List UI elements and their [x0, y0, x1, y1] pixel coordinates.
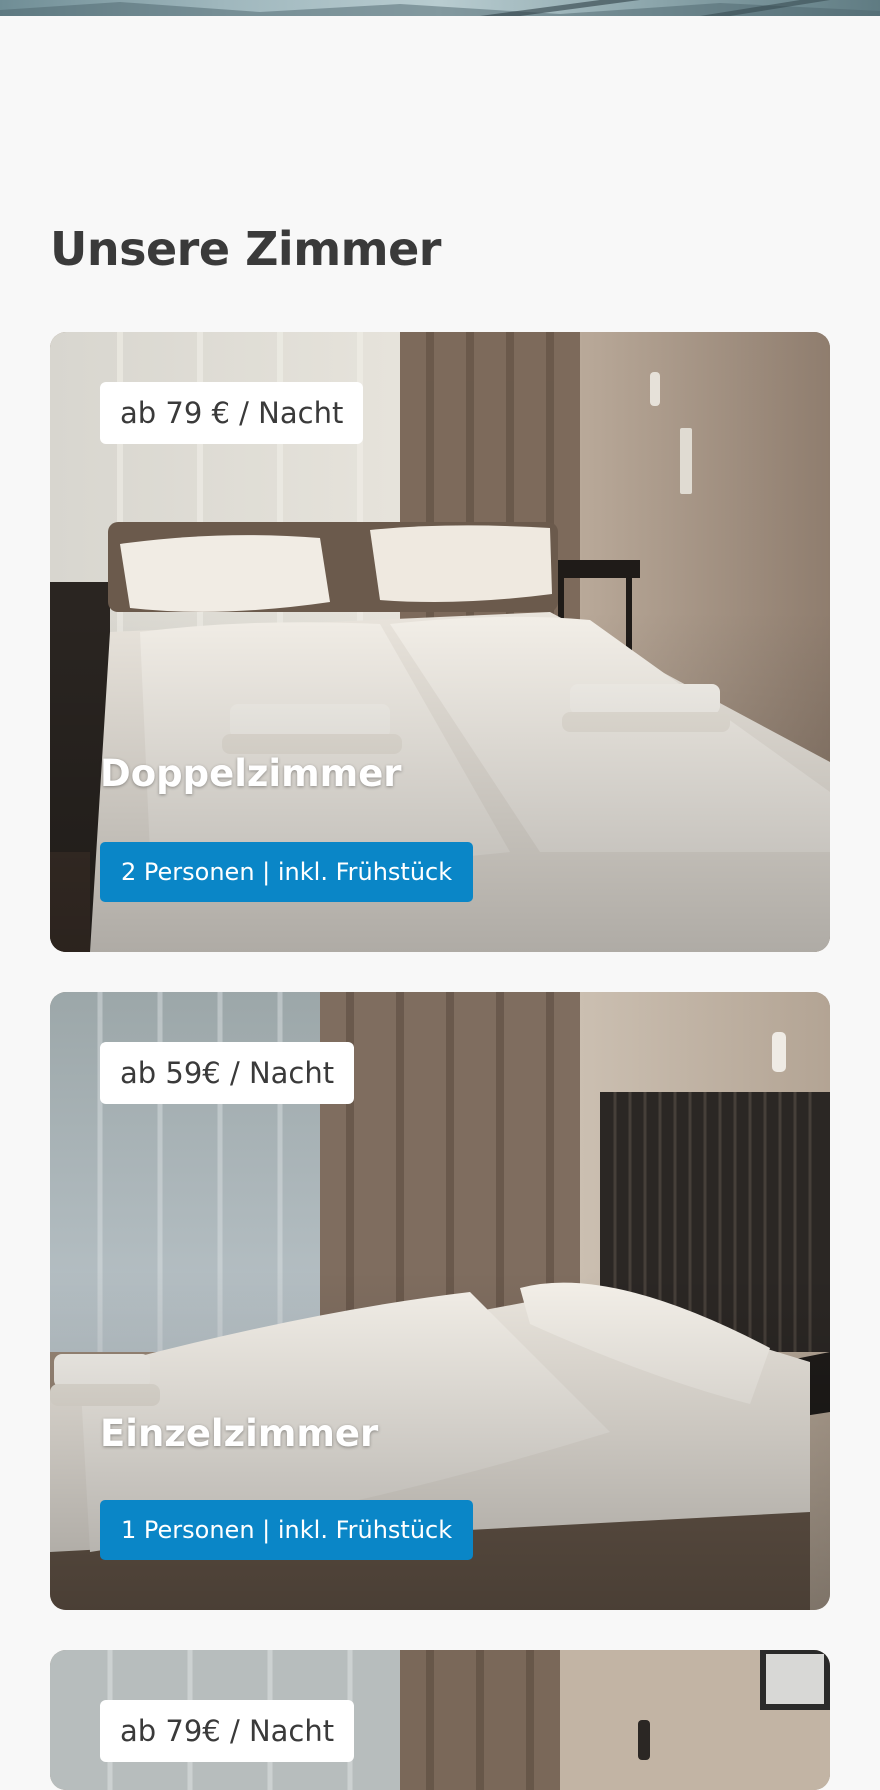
room-card-single[interactable]: ab 59€ / Nacht Einzelzimmer 1 Personen |… [50, 992, 830, 1610]
room-name: Doppelzimmer [100, 752, 402, 795]
section-title: Unsere Zimmer [50, 222, 441, 276]
room-details-tag: 1 Personen | inkl. Frühstück [100, 1500, 474, 1560]
room-details-tag: 2 Personen | inkl. Frühstück [100, 842, 474, 902]
header-image-strip [0, 0, 880, 16]
room-card-double[interactable]: ab 79 € / Nacht Doppelzimmer 2 Personen … [50, 332, 830, 952]
room-name: Einzelzimmer [100, 1412, 379, 1455]
price-badge: ab 59€ / Nacht [100, 1042, 355, 1104]
room-card-third[interactable]: ab 79€ / Nacht [50, 1650, 830, 1790]
price-badge: ab 79 € / Nacht [100, 382, 364, 444]
price-badge: ab 79€ / Nacht [100, 1700, 355, 1762]
